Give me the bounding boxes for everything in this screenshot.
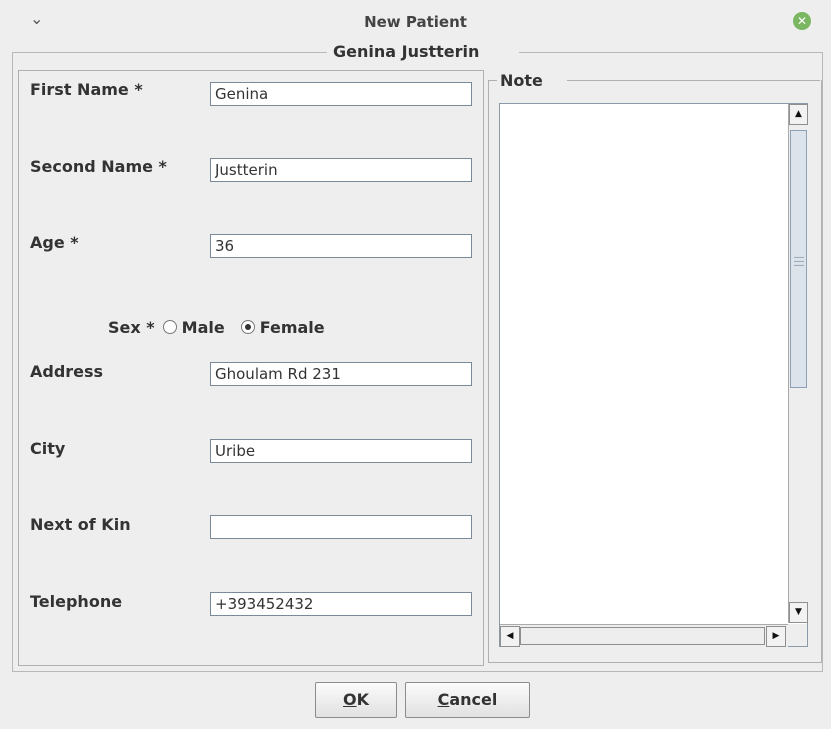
ok-label: K <box>356 690 369 709</box>
close-icon[interactable]: ✕ <box>793 12 811 30</box>
cancel-label: ancel <box>449 690 498 709</box>
note-textarea[interactable] <box>499 103 808 647</box>
address-field[interactable] <box>210 362 472 386</box>
telephone-label: Telephone <box>30 592 123 611</box>
female-radio-label[interactable]: Female <box>260 318 325 337</box>
scroll-right-icon[interactable]: ▶ <box>766 626 786 647</box>
next-of-kin-label: Next of Kin <box>30 515 131 534</box>
scroll-grip-icon: ― ― ― <box>794 252 804 271</box>
note-label: Note <box>500 71 543 90</box>
horizontal-scroll-thumb[interactable] <box>520 627 765 645</box>
city-field[interactable] <box>210 439 472 463</box>
sex-label: Sex * <box>108 317 155 337</box>
female-radio[interactable] <box>240 320 255 334</box>
age-field[interactable] <box>210 234 472 258</box>
ok-button[interactable]: OK <box>315 682 397 718</box>
second-name-label: Second Name * <box>30 157 167 176</box>
scroll-up-icon[interactable]: ▲ <box>789 104 808 125</box>
second-name-field[interactable] <box>210 158 472 182</box>
note-vertical-scrollbar[interactable]: ▲ ― ― ― ▼ <box>788 104 808 623</box>
scroll-left-icon[interactable]: ◀ <box>500 626 520 647</box>
note-panel-border <box>567 80 820 81</box>
city-label: City <box>30 439 66 458</box>
form-panel-border <box>12 52 327 53</box>
male-radio-label[interactable]: Male <box>182 318 225 337</box>
ok-mnemonic: O <box>342 690 357 709</box>
telephone-field[interactable] <box>210 592 472 616</box>
sex-row: Sex * Male Female <box>108 315 325 339</box>
window-title: New Patient <box>364 13 467 31</box>
scrollbar-corner <box>788 624 807 646</box>
cancel-button[interactable]: Cancel <box>405 682 530 718</box>
male-radio[interactable] <box>162 320 177 334</box>
address-label: Address <box>30 362 104 381</box>
note-horizontal-scrollbar[interactable]: ◀ ▶ <box>500 624 788 647</box>
first-name-field[interactable] <box>210 82 472 106</box>
vertical-scroll-thumb[interactable]: ― ― ― <box>790 130 807 388</box>
first-name-label: First Name * <box>30 80 143 99</box>
note-panel-border <box>488 80 497 81</box>
scroll-down-icon[interactable]: ▼ <box>789 602 808 623</box>
form-title: Genina Justterin <box>333 42 480 61</box>
cancel-mnemonic: C <box>437 690 450 709</box>
next-of-kin-field[interactable] <box>210 515 472 539</box>
form-panel-border <box>519 52 822 53</box>
age-label: Age * <box>30 233 79 252</box>
title-bar: ⌄ New Patient ✕ <box>0 0 831 40</box>
